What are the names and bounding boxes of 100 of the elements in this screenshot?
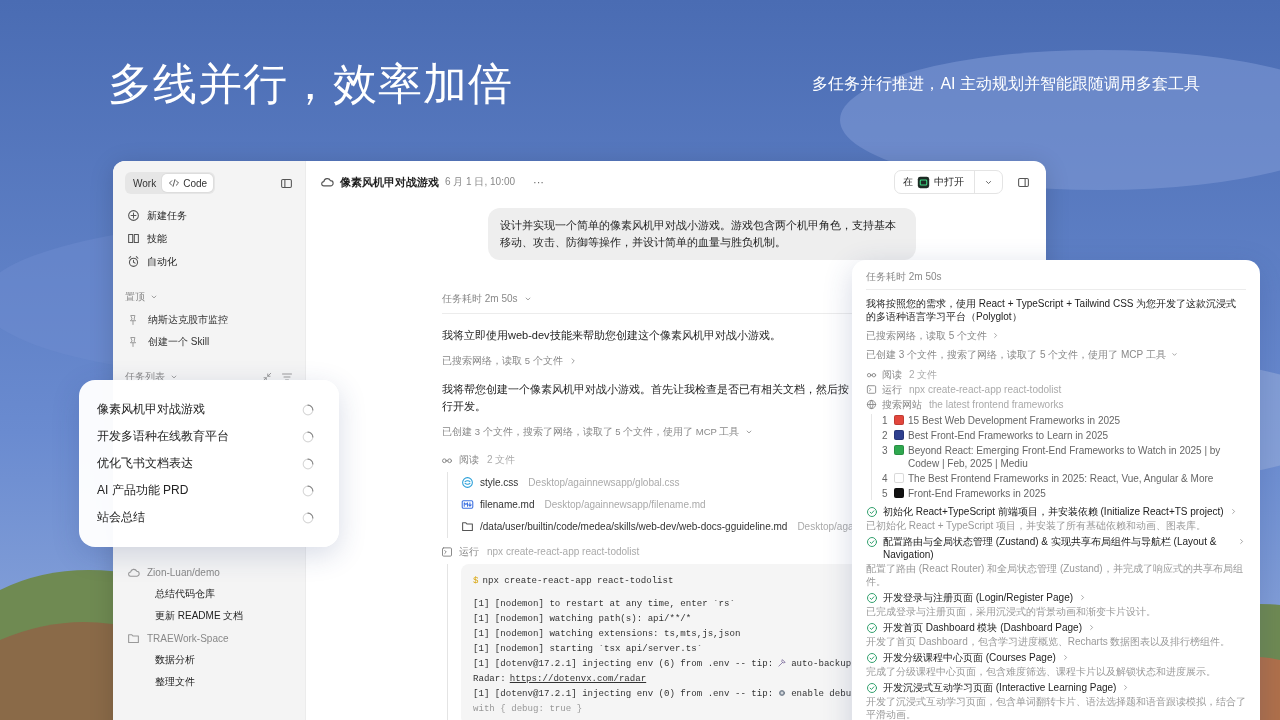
- plus-circle-icon: [127, 209, 140, 222]
- terminal-icon: [441, 545, 453, 558]
- prompt-bubble: 设计并实现一个简单的像素风机甲对战小游戏。游戏包含两个机甲角色，支持基本移动、攻击、防御等操作，并设计简单的血量与胜负机制。: [488, 208, 916, 260]
- prompt-sign: $: [473, 573, 479, 588]
- cloud-icon: [320, 175, 334, 189]
- task-step-description: 开发了沉浸式互动学习页面，包含单词翻转卡片、语法选择题和语音跟读模拟，结合了平滑动画。: [866, 695, 1246, 720]
- chevron-right-icon[interactable]: [1237, 537, 1246, 546]
- task-item[interactable]: 整理文件: [125, 671, 293, 693]
- open-in-label: 在: [903, 175, 913, 189]
- message-text: 行开发。: [442, 398, 486, 414]
- search-result-link[interactable]: Beyond React: Emerging Front-End Frameworks to Watch in 2025 | by Codew | Feb, 2025 | Mediu: [908, 444, 1246, 470]
- chevron-right-icon[interactable]: [1087, 623, 1096, 632]
- nav-item[interactable]: 技能: [125, 227, 293, 250]
- section-toggle[interactable]: 置顶: [125, 290, 159, 304]
- spinner-icon: [301, 510, 315, 525]
- search-result-link[interactable]: Best Front-End Frameworks to Learn in 2025: [908, 429, 1109, 442]
- task-item[interactable]: 更新 README 文档: [125, 605, 293, 627]
- file-path: Desktop/aga: [797, 521, 854, 533]
- duration-toggle[interactable]: 任务耗时 2m 50s: [442, 291, 533, 306]
- globe-icon: [866, 399, 877, 410]
- task-step-title[interactable]: 开发登录与注册页面 (Login/Register Page): [883, 591, 1074, 604]
- task-step-title[interactable]: 开发分级课程中心页面 (Courses Page): [883, 651, 1056, 664]
- result-number: 3: [882, 444, 889, 457]
- search-result-link[interactable]: 15 Best Web Development Frameworks in 2025: [908, 414, 1121, 427]
- terminal-line: [1] [dotenv@17.2.1] injecting env (6) from .env -- tip:: [473, 656, 774, 671]
- terminal-icon: [866, 384, 877, 395]
- search-result-link[interactable]: The Best Frontend Frameworks in 2025: React, Vue, Angular & More: [908, 472, 1214, 485]
- pinned-item[interactable]: 纳斯达克股市监控: [125, 309, 293, 331]
- task-step-title[interactable]: 初始化 React+TypeScript 前端项目，并安装依赖 (Initialize React+TS project): [883, 505, 1224, 518]
- task-item[interactable]: 数据分析: [125, 649, 293, 671]
- task-item[interactable]: 像素风机甲对战游戏: [97, 401, 205, 418]
- task-step-title[interactable]: 配置路由与全局状态管理 (Zustand) & 实现共享布局组件与导航栏 (Layout & Navigation): [883, 535, 1232, 561]
- task-item[interactable]: AI 产品功能 PRD: [97, 482, 189, 499]
- filter-icon[interactable]: [281, 371, 293, 383]
- terminal-line: enable debu: [791, 686, 852, 701]
- task-step-title[interactable]: 开发沉浸式互动学习页面 (Interactive Learning Page): [883, 681, 1117, 694]
- task-date: 6 月 1 日, 10:00: [445, 175, 516, 189]
- more-button[interactable]: ···: [529, 176, 549, 188]
- step-label: 搜索网站: [882, 398, 922, 411]
- terminal-line: with { debug: true }: [473, 701, 583, 716]
- activity-summary[interactable]: 已创建 3 个文件，搜索了网络，读取了 5 个文件，使用了 MCP 工具: [442, 425, 755, 439]
- task-step-description: 已初始化 React + TypeScript 项目，并安装了所有基础依赖和动画、图表库。: [866, 519, 1208, 532]
- task-item[interactable]: 开发多语种在线教育平台: [97, 428, 229, 445]
- task-title: 像素风机甲对战游戏: [340, 174, 439, 190]
- nav-item[interactable]: 自动化: [125, 250, 293, 273]
- panel-toggle-icon[interactable]: [1017, 175, 1030, 189]
- task-step-description: 配置了路由 (React Router) 和全局状态管理 (Zustand)，并完成了响应式的共享布局组件。: [866, 562, 1244, 588]
- step-label: 阅读: [882, 368, 902, 381]
- result-number: 4: [882, 472, 889, 485]
- terminal-line: [1] [dotenv@17.2.1] injecting env (0) from .env -- tip:: [473, 686, 774, 701]
- open-in-label: 中打开: [934, 175, 964, 189]
- step-label: 运行: [882, 383, 902, 396]
- result-number: 5: [882, 487, 889, 500]
- task-step-title[interactable]: 开发首页 Dashboard 模块 (Dashboard Page): [883, 621, 1082, 634]
- task-step-description: 已完成登录与注册页面，采用沉浸式的背景动画和渐变卡片设计。: [866, 605, 1157, 618]
- code-icon: [168, 177, 181, 189]
- message-text: 我将帮您创建一个像素风机甲对战小游戏。首先让我检查是否已有相关文档，然后按: [442, 381, 849, 397]
- file-name[interactable]: style.css: [480, 477, 519, 489]
- terminal-line: auto-backup: [791, 656, 852, 671]
- result-number: 2: [882, 429, 889, 442]
- app-icon: [917, 175, 930, 189]
- folder-icon: [127, 631, 140, 645]
- collapse-icon[interactable]: [261, 371, 273, 383]
- mode-tab[interactable]: Code: [162, 174, 214, 192]
- terminal-link[interactable]: https://dotenvx.com/radar: [509, 670, 647, 686]
- alarm-clock-icon: [127, 255, 140, 268]
- terminal-command: npx create-react-app react-todolist: [482, 573, 674, 588]
- headline: 多线并行，效率加倍: [108, 58, 513, 110]
- task-item[interactable]: 总结代码仓库: [125, 583, 293, 605]
- step-detail: 2 文件: [909, 368, 938, 381]
- sidebar-toggle-icon[interactable]: [280, 176, 293, 190]
- tool-icon: [777, 658, 788, 669]
- mode-tab[interactable]: Work: [127, 174, 163, 192]
- task-item[interactable]: 优化飞书文档表达: [97, 455, 193, 472]
- message-text: 我将立即使用web-dev技能来帮助您创建这个像素风机甲对战小游戏。: [442, 327, 781, 343]
- step-detail: the latest frontend frameworks: [929, 398, 1064, 411]
- spinner-icon: [301, 456, 315, 471]
- terminal-line: Radar:: [473, 671, 506, 686]
- activity-summary[interactable]: 已搜索网络，读取 5 个文件: [866, 329, 1246, 342]
- activity-summary[interactable]: 已创建 3 个文件，搜索了网络，读取了 5 个文件，使用了 MCP 工具: [866, 348, 1246, 361]
- activity-summary[interactable]: 已搜索网络，读取 5 个文件: [442, 354, 578, 368]
- step-detail: 2 文件: [487, 452, 516, 467]
- markdown-icon: [461, 498, 474, 512]
- task-step-description: 开发了首页 Dashboard，包含学习进度概览、Recharts 数据图表以及排行榜组件。: [866, 635, 1232, 648]
- file-name[interactable]: filename.md: [480, 499, 535, 511]
- pin-icon: [127, 336, 139, 348]
- step-detail: npx create-react-app react-todolist: [909, 383, 1062, 396]
- message-text: 我将按照您的需求，使用 React + TypeScript + Tailwind CSS 为您开发了这款沉浸式的多语种语言学习平台（Polyglot）: [866, 297, 1238, 323]
- open-in-button[interactable]: 在 中打开: [894, 170, 1003, 194]
- task-item[interactable]: 站会总结: [97, 509, 145, 526]
- nav-item[interactable]: 新建任务: [125, 204, 293, 227]
- file-name[interactable]: /data/user/builtin/code/medea/skills/web-dev/web-docs-gguideline.md: [480, 521, 788, 533]
- spinner-icon: [301, 483, 315, 498]
- spinner-icon: [301, 429, 315, 444]
- chevron-down-icon[interactable]: [1169, 350, 1179, 359]
- gear-icon: [777, 688, 788, 699]
- task-step-description: 完成了分级课程中心页面，包含难度筛选、课程卡片以及解锁状态和进度展示。: [866, 665, 1217, 678]
- terminal-line: [1] [nodemon] watching path(s): api/**/*: [473, 611, 692, 626]
- pinned-item[interactable]: 创建一个 Skill: [125, 331, 293, 353]
- search-result-link[interactable]: Front-End Frameworks in 2025: [908, 487, 1046, 500]
